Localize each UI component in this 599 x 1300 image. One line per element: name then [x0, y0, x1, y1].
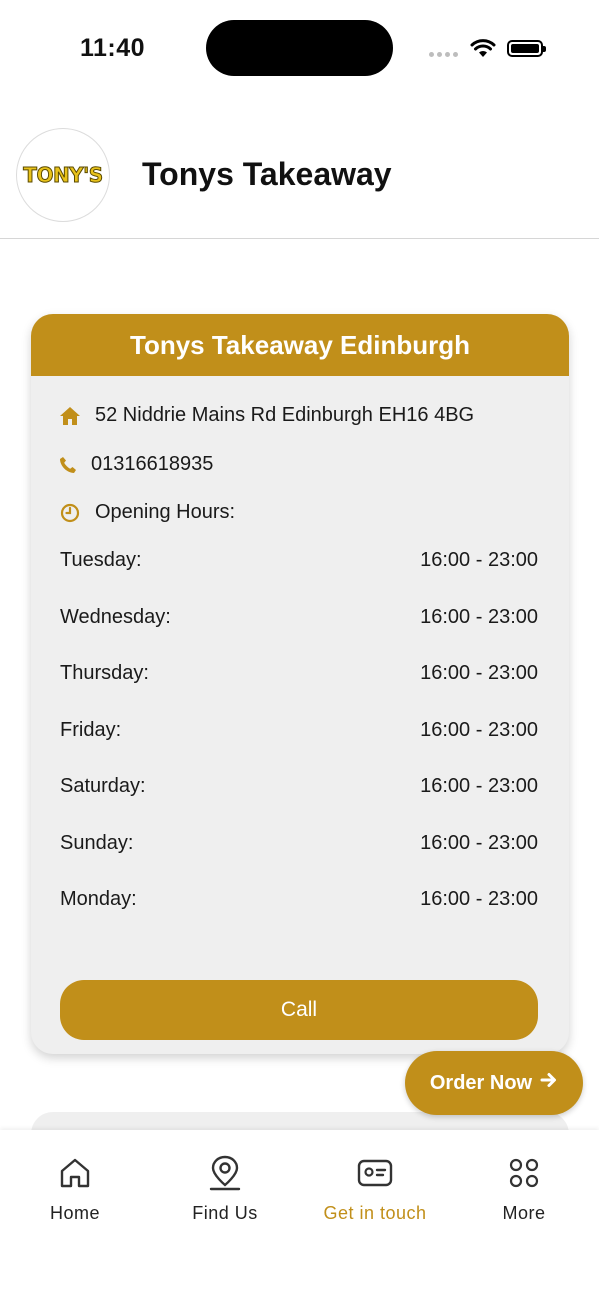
address-text: 52 Niddrie Mains Rd Edinburgh EH16 4BG — [95, 404, 475, 426]
card-title: Tonys Takeaway Edinburgh — [130, 329, 470, 360]
hours-row: Tuesday: 16:00 - 23:00 — [60, 549, 538, 572]
opening-hours-label: Opening Hours: — [95, 501, 236, 523]
status-bar: 11:40 — [0, 0, 599, 96]
arrow-right-icon — [540, 1071, 558, 1095]
tab-label: More — [502, 1203, 546, 1223]
hours-row: Friday: 16:00 - 23:00 — [60, 719, 538, 742]
order-now-label: Order Now — [429, 1071, 533, 1094]
hours-time: 16:00 - 23:00 — [420, 719, 538, 741]
wifi-icon — [470, 38, 496, 58]
hours-time: 16:00 - 23:00 — [420, 888, 538, 910]
phone-icon — [59, 454, 77, 476]
status-time: 11:40 — [80, 34, 146, 62]
tab-label: Home — [49, 1203, 100, 1223]
app-header: TONY'S Tonys Takeaway — [0, 96, 599, 239]
hours-time: 16:00 - 23:00 — [420, 662, 538, 684]
hours-time: 16:00 - 23:00 — [420, 606, 538, 628]
location-card: Tonys Takeaway Edinburgh 52 Niddrie Main… — [31, 314, 569, 1054]
page-title: Tonys Takeaway — [142, 156, 392, 192]
hours-day: Wednesday: — [60, 606, 171, 628]
hours-time: 16:00 - 23:00 — [420, 775, 538, 797]
card-header: Tonys Takeaway Edinburgh — [31, 314, 569, 376]
tab-find-us[interactable]: Find Us — [150, 1130, 300, 1240]
grid-icon — [506, 1155, 542, 1191]
contact-card-icon — [357, 1155, 393, 1191]
order-now-button[interactable]: Order Now — [405, 1051, 583, 1115]
cellular-signal-icon — [429, 52, 459, 58]
restaurant-logo: TONY'S — [16, 128, 110, 222]
hours-day: Tuesday: — [60, 549, 142, 571]
clock-icon — [59, 502, 81, 524]
home-icon — [57, 1155, 93, 1191]
dynamic-island — [206, 20, 393, 76]
hours-day: Friday: — [60, 719, 122, 741]
call-button[interactable]: Call — [60, 980, 538, 1040]
hours-row: Saturday: 16:00 - 23:00 — [60, 775, 538, 798]
location-pin-icon — [207, 1155, 243, 1191]
hours-day: Sunday: — [60, 832, 134, 854]
address-row: 52 Niddrie Mains Rd Edinburgh EH16 4BG — [59, 404, 474, 427]
tab-label: Find Us — [192, 1203, 258, 1223]
hours-row: Monday: 16:00 - 23:00 — [60, 888, 538, 911]
bottom-tab-bar: Home Find Us Get in touch More — [0, 1130, 599, 1300]
phone-number[interactable]: 01316618935 — [91, 453, 213, 476]
logo-text: TONY'S — [23, 163, 104, 188]
tab-label: Get in touch — [323, 1203, 427, 1223]
hours-row: Wednesday: 16:00 - 23:00 — [60, 606, 538, 629]
hours-day: Thursday: — [60, 662, 149, 684]
battery-icon — [507, 40, 546, 57]
tab-more[interactable]: More — [449, 1130, 599, 1240]
tab-get-in-touch[interactable]: Get in touch — [300, 1130, 450, 1240]
hours-row: Thursday: 16:00 - 23:00 — [60, 662, 538, 685]
hours-row: Sunday: 16:00 - 23:00 — [60, 832, 538, 855]
opening-hours-heading: Opening Hours: — [59, 501, 235, 524]
hours-day: Monday: — [60, 888, 137, 910]
hours-time: 16:00 - 23:00 — [420, 832, 538, 854]
hours-day: Saturday: — [60, 775, 146, 797]
hours-time: 16:00 - 23:00 — [420, 549, 538, 571]
home-icon — [59, 405, 81, 427]
phone-row[interactable]: 01316618935 — [59, 453, 213, 476]
tab-home[interactable]: Home — [0, 1130, 150, 1240]
